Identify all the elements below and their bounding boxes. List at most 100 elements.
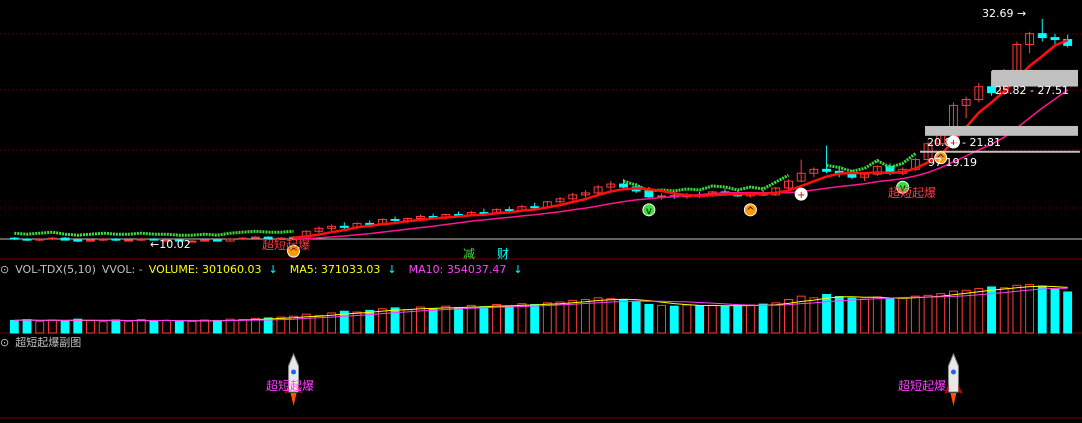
candle [619, 183, 628, 188]
volume-bar [86, 319, 95, 334]
candle [530, 206, 540, 209]
volume-bar [492, 304, 502, 334]
volume-bar [872, 296, 882, 334]
zone-label-3: 97 19.19 [928, 156, 977, 169]
candle [251, 236, 260, 239]
candle [390, 218, 400, 221]
price-chart[interactable]: ^v ^+v^+ [0, 0, 1082, 423]
low-price-value: 10.02 [159, 238, 191, 251]
down-arrow-icon: ↓ [513, 263, 523, 276]
volume-indicator-name[interactable]: VOL-TDX(5,10) [15, 263, 96, 276]
volume-bar [860, 298, 870, 334]
rocket-window-icon [950, 369, 956, 375]
volume-bar [111, 319, 121, 334]
volume-bar [238, 319, 248, 334]
volume-bar [682, 304, 692, 334]
candle [35, 238, 45, 241]
chart-window: ^ v ^ + v ^ + 32.69 → ←10.02 25.82 - 27.51 20.… [0, 0, 1082, 423]
candle [124, 239, 133, 242]
volume-bar [428, 308, 438, 334]
candle [1037, 33, 1047, 39]
volume-bar [580, 299, 590, 334]
candle [238, 237, 248, 240]
volume-bar [961, 289, 971, 334]
zone-label-1: 25.82 - 27.51 [995, 84, 1069, 97]
volume-bar [847, 297, 857, 334]
rocket-flame-icon [950, 393, 957, 406]
volume-bar [1050, 288, 1060, 334]
volume-bar [162, 319, 172, 334]
volume-bar [619, 299, 628, 334]
collapse-icon[interactable]: ⊙ [0, 336, 9, 349]
volume-ma-lines [14, 285, 1068, 322]
candle [822, 168, 831, 172]
volume-bar [441, 305, 451, 334]
signal-glyph-icon: + [797, 190, 805, 201]
volume-bar [504, 305, 514, 334]
volume-bar [568, 299, 578, 334]
volume-bar [542, 302, 552, 334]
price-grid [0, 33, 1082, 419]
candle [111, 238, 121, 241]
volume-bar [898, 297, 908, 334]
volume-indicator-bar: ⊙ VOL-TDX(5,10) VVOL: - VOLUME: 301060.03 ↓ M… [0, 262, 1082, 278]
candle [212, 239, 222, 242]
bottom-glyph-1: 减 [463, 247, 476, 261]
rocket-signals [284, 352, 963, 406]
candle [73, 239, 83, 242]
volume-bar [47, 319, 57, 334]
volume-bar [60, 320, 70, 334]
volume-bar [454, 306, 463, 334]
volume-bars [9, 283, 1073, 334]
low-price-label: ←10.02 [150, 238, 191, 251]
candle [200, 239, 210, 242]
volume-bar [631, 301, 641, 334]
volume-bar [136, 319, 146, 334]
volume-bar [200, 319, 210, 334]
bottom-glyph-2: 财 [497, 247, 510, 261]
volume-bar [606, 298, 616, 334]
candle [9, 237, 19, 240]
volume-bar [758, 303, 768, 334]
down-arrow-icon: ↓ [387, 263, 397, 276]
volume-bar [999, 287, 1009, 334]
volume-bar [657, 304, 666, 334]
candle [86, 239, 95, 242]
ma5-value: MA5: 371033.03 ↓ [289, 263, 397, 276]
volume-bar [885, 298, 895, 334]
volume-bar [98, 321, 108, 334]
volume-bar [1025, 283, 1035, 334]
volume-bar [22, 319, 32, 334]
candle [1050, 37, 1060, 41]
ma10-value: MA10: 354037.47 ↓ [408, 263, 523, 276]
candle [136, 238, 146, 241]
volume-ma5-line [14, 285, 1068, 322]
arrow-icon: → [1017, 7, 1027, 20]
volume-bar [149, 320, 159, 334]
signal-icons: ^v ^+v^+ [287, 135, 960, 258]
collapse-icon[interactable]: ⊙ [0, 263, 9, 276]
candle [47, 237, 57, 240]
volume-bar [910, 295, 920, 334]
volume-bar [745, 304, 755, 334]
candle [22, 238, 32, 241]
candle [98, 238, 108, 241]
support-band [925, 125, 1078, 136]
volume-bar [707, 304, 717, 334]
ma-lines [14, 38, 1069, 241]
volume-bar [695, 305, 705, 334]
sub-indicator-name[interactable]: 超短起爆副图 [15, 336, 81, 349]
high-price-label: 32.69 → [982, 7, 1026, 20]
volume-bar [771, 302, 781, 334]
volume-bar [834, 296, 844, 334]
signal-label-right: 超短起爆 [888, 186, 937, 200]
signal-glyph-icon: ^ [746, 206, 754, 217]
volume-bar [9, 319, 19, 334]
volume-bar [35, 320, 45, 334]
volume-bar [377, 308, 387, 334]
rocket-flame-icon [290, 393, 297, 406]
volume-bar [923, 294, 933, 334]
volume-bar [822, 293, 831, 334]
rocket-label-2: 超短起爆 [898, 379, 947, 393]
zone-label-2: 20.81 - 21.81 [927, 136, 1001, 149]
